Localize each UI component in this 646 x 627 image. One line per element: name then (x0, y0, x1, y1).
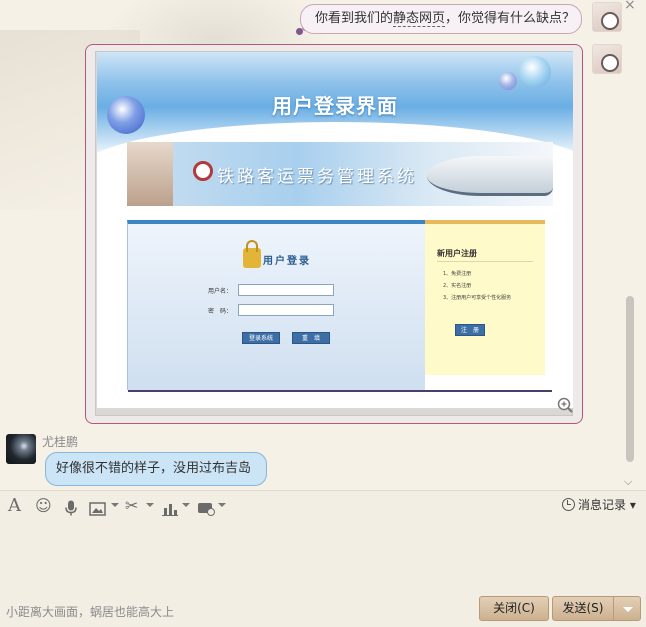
avatar[interactable] (6, 434, 36, 464)
register-button[interactable]: 注 册 (455, 324, 485, 336)
close-button[interactable]: 关闭(C) (479, 596, 549, 621)
scrollbar-thumb[interactable] (626, 296, 634, 462)
password-label: 密 码： (208, 308, 233, 315)
app-icon[interactable] (197, 499, 215, 519)
chevron-down-icon[interactable] (111, 503, 119, 507)
message-text: ，你觉得有什么缺点？ (445, 11, 576, 26)
list-item: 1、免费注册 (443, 271, 472, 277)
close-icon[interactable]: × (624, 0, 638, 12)
image-icon[interactable] (89, 499, 106, 519)
register-panel: 新用户注册 1、免费注册 2、实名注册 3、注册用户可享受个性化服务 注 册 (425, 220, 545, 375)
list-item: 3、注册用户可享受个性化服务 (443, 295, 512, 301)
chevron-down-icon[interactable]: ⌵ (624, 475, 632, 489)
chat-history: × 你看到我们的静态网页，你觉得有什么缺点？ 用户登录界面 铁路客运票务管理系统… (0, 0, 646, 490)
agent-image (127, 142, 173, 206)
username-label: 用户名： (208, 288, 233, 295)
received-message-bubble[interactable]: 好像很不错的样子，没用过布吉岛 (45, 452, 267, 486)
send-button[interactable]: 发送(S) (552, 596, 614, 621)
password-input[interactable] (238, 304, 334, 316)
message-input[interactable] (0, 520, 646, 592)
input-toolbar: A ☺ ✂ (0, 490, 646, 520)
emoji-icon[interactable]: ☺ (35, 496, 52, 516)
avatar[interactable] (592, 44, 622, 74)
sender-name[interactable]: 尤桂鹏 (42, 433, 78, 450)
clock-icon (562, 498, 575, 511)
font-icon[interactable]: A (8, 496, 21, 516)
orb-decoration (499, 72, 517, 90)
message-link[interactable]: 静态网页 (393, 11, 446, 27)
login-button[interactable]: 登录系统 (242, 332, 280, 344)
banner-title: 铁路客运票务管理系统 (217, 167, 417, 187)
train-image (427, 156, 553, 196)
zoom-in-icon[interactable] (557, 397, 573, 413)
message-text: 好像很不错的样子，没用过布吉岛 (56, 461, 252, 476)
chevron-down-icon[interactable] (146, 503, 154, 507)
message-text: 你看到我们的 (315, 11, 394, 26)
chevron-down-icon[interactable] (218, 503, 226, 507)
page-title: 用户登录界面 (272, 94, 398, 118)
embedded-webpage-screenshot[interactable]: 用户登录界面 铁路客运票务管理系统 用户登录 用户名： 密 码： 登录系统 重 … (97, 52, 573, 408)
reset-button[interactable]: 重 填 (292, 332, 330, 344)
login-panel: 用户登录 用户名： 密 码： 登录系统 重 填 (127, 220, 552, 392)
message-history-label: 消息记录 (578, 498, 627, 512)
signature-text: 小距离大画面，蜗居也能高大上 (6, 605, 175, 619)
chart-icon[interactable] (162, 499, 178, 519)
avatar[interactable] (592, 2, 622, 32)
login-title: 用户登录 (263, 256, 311, 267)
orb-decoration (519, 56, 551, 88)
lock-icon (243, 240, 261, 268)
username-input[interactable] (238, 284, 334, 296)
sent-message-bubble[interactable]: 你看到我们的静态网页，你觉得有什么缺点？ (300, 4, 582, 34)
screenshot-icon[interactable]: ✂ (125, 496, 138, 516)
system-banner: 铁路客运票务管理系统 (127, 142, 553, 206)
list-item: 2、实名注册 (443, 283, 472, 289)
send-options-button[interactable] (613, 596, 641, 621)
message-history-button[interactable]: 消息记录 ▾ (562, 496, 636, 514)
register-title: 新用户注册 (437, 249, 477, 258)
railway-logo-icon (193, 161, 213, 181)
chevron-down-icon[interactable] (182, 503, 190, 507)
mic-icon[interactable] (64, 498, 78, 518)
